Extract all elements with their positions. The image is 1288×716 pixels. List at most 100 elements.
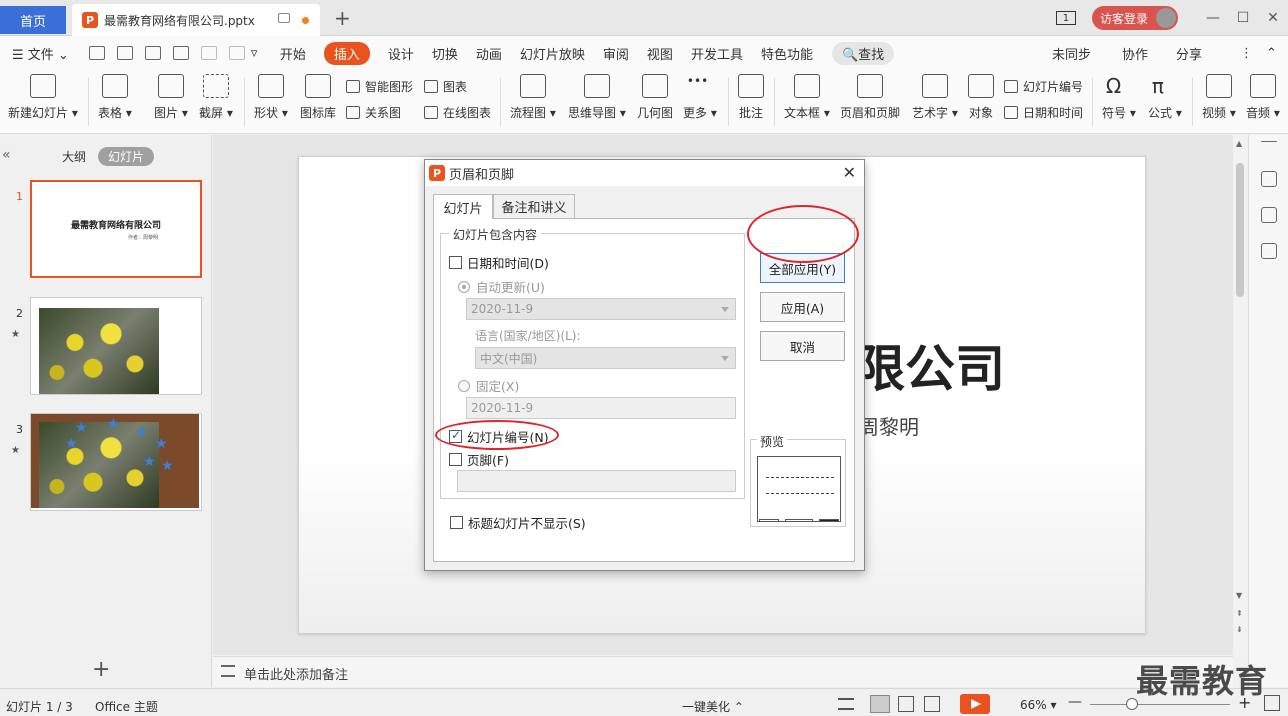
sorter-view-icon[interactable] bbox=[898, 696, 914, 712]
sync-status[interactable]: 未同步 bbox=[1052, 44, 1091, 63]
wordart-button[interactable]: 艺术字 ▾ bbox=[912, 74, 958, 121]
save-icon[interactable] bbox=[88, 46, 105, 60]
fixed-date-input[interactable]: 2020-11-9 bbox=[466, 397, 736, 419]
chart-button[interactable]: 图表 bbox=[424, 78, 467, 95]
monitor-icon[interactable] bbox=[278, 13, 290, 23]
tab-slide[interactable]: 幻灯片 bbox=[433, 194, 493, 219]
beautify-button[interactable]: 一键美化 ⌃ bbox=[682, 698, 744, 715]
menu-transition[interactable]: 切换 bbox=[432, 44, 458, 63]
video-button[interactable]: 视频 ▾ bbox=[1202, 74, 1236, 121]
next-slide-icon[interactable]: ⇟ bbox=[1236, 625, 1243, 634]
object-button[interactable]: 对象 bbox=[968, 74, 994, 121]
redo-icon[interactable] bbox=[228, 46, 245, 60]
more-menu-icon[interactable]: ⋮ bbox=[1240, 46, 1253, 61]
print-icon[interactable] bbox=[144, 46, 161, 60]
search-button[interactable]: 🔍查找 bbox=[831, 41, 895, 65]
tab-document[interactable]: P 最需教育网络有限公司.pptx bbox=[72, 4, 320, 36]
slide-thumbnail-3[interactable]: ★ ★ ★ ★ ★ ★ ★ bbox=[30, 413, 202, 511]
menu-devtools[interactable]: 开发工具 bbox=[691, 44, 743, 63]
maximize-button[interactable]: ☐ bbox=[1228, 10, 1258, 26]
new-slide-button[interactable]: 新建幻灯片 ▾ bbox=[8, 74, 78, 121]
tab-home[interactable]: 首页 bbox=[0, 6, 66, 34]
dialog-title-bar[interactable]: P 页眉和页脚 ✕ bbox=[425, 160, 864, 186]
tab-slides[interactable]: 幻灯片 bbox=[98, 147, 155, 166]
footer-checkbox[interactable]: 页脚(F) bbox=[449, 450, 509, 469]
audio-button[interactable]: 音频 ▾ bbox=[1246, 74, 1280, 121]
theme-name[interactable]: Office 主题 bbox=[95, 698, 158, 715]
unsaved-dot-icon[interactable] bbox=[302, 17, 309, 24]
auto-update-radio[interactable]: 自动更新(U) bbox=[458, 277, 545, 296]
menu-insert[interactable]: 插入 bbox=[323, 41, 370, 65]
hide-on-title-slide-checkbox[interactable]: 标题幻灯片不显示(S) bbox=[450, 513, 586, 532]
add-slide-button[interactable]: + bbox=[92, 657, 110, 682]
animation-star-icon[interactable] bbox=[1261, 207, 1277, 223]
undo-icon[interactable] bbox=[200, 46, 217, 60]
slide-thumbnail-2[interactable] bbox=[30, 297, 202, 395]
window-count-badge[interactable]: 1 bbox=[1055, 11, 1076, 25]
relation-chart-button[interactable]: 关系图 bbox=[346, 104, 401, 121]
menu-slideshow[interactable]: 幻灯片放映 bbox=[520, 44, 585, 63]
menu-animation[interactable]: 动画 bbox=[476, 44, 502, 63]
menu-review[interactable]: 审阅 bbox=[603, 44, 629, 63]
apply-button[interactable]: 应用(A) bbox=[760, 292, 845, 322]
notes-area[interactable]: 单击此处添加备注 bbox=[213, 656, 1233, 687]
print-preview-icon[interactable] bbox=[172, 46, 189, 60]
table-button[interactable]: 表格 ▾ bbox=[98, 74, 132, 121]
date-format-select[interactable]: 2020-11-9 bbox=[466, 298, 736, 320]
collapse-panel-icon[interactable]: « bbox=[2, 147, 11, 163]
flowchart-button[interactable]: 流程图 ▾ bbox=[510, 74, 556, 121]
menu-view[interactable]: 视图 bbox=[647, 44, 673, 63]
tab-notes-handouts[interactable]: 备注和讲义 bbox=[493, 194, 575, 218]
online-chart-button[interactable]: 在线图表 bbox=[424, 104, 491, 121]
slide-title-text[interactable]: 限公司 bbox=[855, 329, 1005, 401]
header-footer-button[interactable]: 页眉和页脚 bbox=[840, 74, 900, 121]
new-tab-button[interactable]: + bbox=[334, 6, 351, 30]
mindmap-button[interactable]: 思维导图 ▾ bbox=[568, 74, 626, 121]
language-select[interactable]: 中文(中国) bbox=[475, 347, 736, 369]
collapse-ribbon-icon[interactable]: ⌃ bbox=[1266, 46, 1277, 61]
settings-sliders-icon[interactable] bbox=[1261, 171, 1277, 187]
minimize-button[interactable]: — bbox=[1198, 10, 1228, 26]
dialog-close-button[interactable]: ✕ bbox=[843, 163, 856, 182]
geometry-button[interactable]: 几何图 bbox=[637, 74, 673, 121]
scroll-down-icon[interactable]: ▼ bbox=[1236, 591, 1242, 600]
slide-number-button[interactable]: 幻灯片编号 bbox=[1004, 78, 1083, 95]
datetime-button[interactable]: 日期和时间 bbox=[1004, 104, 1083, 121]
visitor-login-button[interactable]: 访客登录 bbox=[1091, 6, 1178, 30]
customize-icon[interactable]: ▿ bbox=[251, 46, 271, 61]
vertical-scrollbar[interactable]: ▲ ▼ ⇞ ⇟ bbox=[1233, 135, 1247, 655]
file-menu[interactable]: ☰ 文件 ⌄ bbox=[12, 44, 69, 63]
formula-button[interactable]: π 公式 ▾ bbox=[1148, 74, 1182, 121]
collab-button[interactable]: 协作 bbox=[1122, 44, 1148, 63]
datetime-checkbox[interactable]: 日期和时间(D) bbox=[449, 253, 549, 272]
export-pdf-icon[interactable] bbox=[116, 46, 133, 60]
menu-start[interactable]: 开始 bbox=[280, 44, 306, 63]
menu-features[interactable]: 特色功能 bbox=[761, 44, 813, 63]
zoom-out-button[interactable]: — bbox=[1068, 694, 1082, 710]
slide-subtitle-text[interactable]: 周黎明 bbox=[859, 411, 919, 440]
zoom-level[interactable]: 66% ▾ bbox=[1020, 698, 1057, 712]
footer-text-input[interactable] bbox=[457, 470, 736, 492]
textbox-button[interactable]: 文本框 ▾ bbox=[784, 74, 830, 121]
shape-button[interactable]: 形状 ▾ bbox=[254, 74, 288, 121]
scroll-up-icon[interactable]: ▲ bbox=[1236, 139, 1242, 148]
slide-thumbnail-1[interactable]: 最需教育网络有限公司 作者：周黎明 bbox=[30, 180, 202, 278]
zoom-slider-track[interactable] bbox=[1090, 704, 1230, 705]
more-button[interactable]: ••• 更多 ▾ bbox=[683, 74, 717, 121]
smart-shape-button[interactable]: 智能图形 bbox=[346, 78, 413, 95]
fixed-radio[interactable]: 固定(X) bbox=[458, 376, 519, 395]
normal-view-icon[interactable] bbox=[870, 695, 890, 713]
tab-outline[interactable]: 大纲 bbox=[62, 148, 86, 165]
icon-library-button[interactable]: 图标库 bbox=[300, 74, 336, 121]
cancel-button[interactable]: 取消 bbox=[760, 331, 845, 361]
comment-button[interactable]: 批注 bbox=[738, 74, 764, 121]
screenshot-button[interactable]: 截屏 ▾ bbox=[199, 74, 233, 121]
scrollbar-thumb[interactable] bbox=[1236, 163, 1244, 297]
prev-slide-icon[interactable]: ⇞ bbox=[1236, 609, 1243, 618]
symbol-button[interactable]: Ω 符号 ▾ bbox=[1102, 74, 1136, 121]
menu-design[interactable]: 设计 bbox=[388, 44, 414, 63]
play-slideshow-button[interactable] bbox=[960, 694, 990, 714]
share-button[interactable]: 分享 bbox=[1176, 44, 1202, 63]
transition-icon[interactable] bbox=[1261, 243, 1277, 259]
notes-toggle-icon[interactable] bbox=[838, 698, 854, 710]
